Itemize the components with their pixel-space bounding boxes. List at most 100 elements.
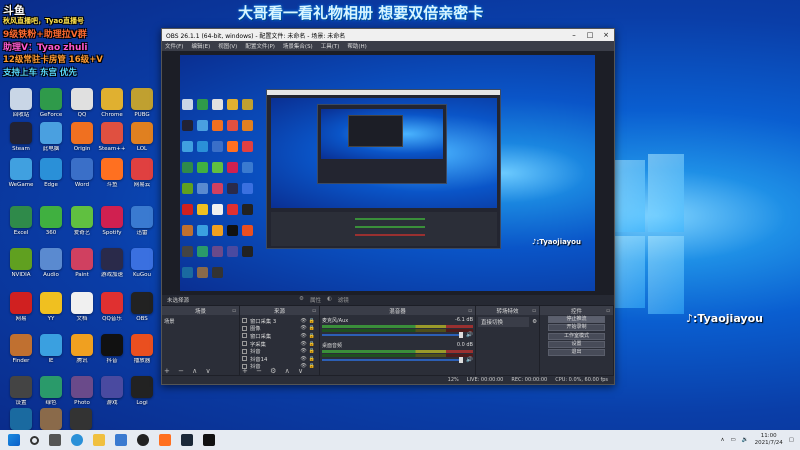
- gear-icon[interactable]: ⚙: [299, 296, 304, 304]
- no-source-label: 未选择源: [167, 298, 190, 304]
- desktop-icon[interactable]: 播放器: [124, 334, 160, 365]
- app-icon: [40, 292, 62, 314]
- desktop-icon[interactable]: PUBG: [124, 88, 160, 119]
- obs-preview[interactable]: ♪:Tyaojiayou: [162, 51, 614, 319]
- visibility-lock-icons[interactable]: 👁🔒: [300, 356, 317, 362]
- scene-toolbar[interactable]: + − ∧ ∨: [164, 367, 214, 375]
- maximize-button[interactable]: □: [582, 31, 598, 39]
- network-icon[interactable]: ▭: [731, 437, 736, 443]
- gear-icon[interactable]: ⚙: [532, 319, 537, 325]
- overlay-line-5: 支持上车 东宫 优先: [3, 68, 77, 78]
- obs-menubar: 文件(F) 编辑(E) 视图(V) 配置文件(P) 场景集合(S) 工具(T) …: [162, 41, 614, 51]
- exit-button[interactable]: 退出: [548, 348, 605, 356]
- obs-taskbar-icon[interactable]: [137, 434, 149, 446]
- visibility-lock-icons[interactable]: 👁🔒: [300, 325, 317, 331]
- notification-icon[interactable]: ▢: [789, 437, 794, 443]
- app-icon: [10, 408, 32, 430]
- desktop-icon[interactable]: 网易云: [124, 158, 160, 189]
- menu-profile[interactable]: 配置文件(P): [245, 42, 275, 50]
- app-icon: [131, 248, 153, 270]
- desktop-icon[interactable]: LOL: [124, 122, 160, 153]
- volume-icon[interactable]: 🔉: [742, 437, 749, 443]
- volume-slider[interactable]: 🔊: [322, 332, 473, 338]
- source-toolbar-buttons[interactable]: + − ⚙ ∧ ∨: [242, 367, 306, 375]
- speaker-icon[interactable]: 🔊: [466, 357, 473, 363]
- preview-mini-icon: [212, 141, 223, 152]
- steam-taskbar-icon[interactable]: [181, 434, 193, 446]
- desktop-icon[interactable]: KuGou: [124, 248, 160, 279]
- tiktok-watermark-inner: ♪:Tyaojiayou: [532, 238, 581, 246]
- menu-view[interactable]: 视图(V): [218, 42, 237, 50]
- app-icon: [10, 122, 32, 144]
- edge-taskbar-icon[interactable]: [71, 434, 83, 446]
- app-icon: [131, 292, 153, 314]
- menu-edit[interactable]: 编辑(E): [191, 42, 210, 50]
- obs-title-text: OBS 26.1.1 (64-bit, windows) - 配置文件: 未命名…: [166, 32, 346, 40]
- scene-item[interactable]: 场景: [164, 317, 237, 325]
- taskbar-clock[interactable]: 11:00 2021/7/24: [755, 433, 783, 447]
- preview-mini-icon: [212, 204, 223, 215]
- dock-float-icon[interactable]: ▫: [312, 308, 316, 314]
- app-icon: [71, 158, 93, 180]
- tiktok-icon: ♪: [686, 312, 694, 325]
- nested-obs-window-1: [266, 89, 501, 249]
- start-recording-button[interactable]: 开始录制: [548, 324, 605, 332]
- menu-tools[interactable]: 工具(T): [321, 42, 340, 50]
- minimize-button[interactable]: –: [566, 31, 582, 39]
- preview-mini-icon: [197, 225, 208, 236]
- menu-scene-collection[interactable]: 场景集合(S): [283, 42, 313, 50]
- menu-file[interactable]: 文件(F): [165, 42, 183, 50]
- app-icon: [71, 248, 93, 270]
- start-button[interactable]: [8, 434, 20, 446]
- douyu-taskbar-icon[interactable]: [159, 434, 171, 446]
- dock-float-icon[interactable]: ▫: [532, 308, 536, 314]
- visibility-lock-icons[interactable]: 👁🔒: [300, 318, 317, 324]
- properties-button[interactable]: 属性: [310, 296, 321, 304]
- transitions-dock-title: 转场特效: [496, 308, 519, 315]
- app-icon: [101, 88, 123, 110]
- overlay-line-3: 助理V：Tyao zhuli: [3, 43, 88, 53]
- app-icon: [71, 292, 93, 314]
- task-view-icon[interactable]: [49, 434, 61, 446]
- transition-select[interactable]: 直接切换: [478, 317, 530, 327]
- visibility-lock-icons[interactable]: 👁🔒: [300, 348, 317, 354]
- app-icon: [131, 334, 153, 356]
- search-icon[interactable]: [30, 435, 39, 445]
- speaker-icon[interactable]: 🔊: [466, 332, 473, 338]
- filters-button[interactable]: 滤镜: [338, 296, 349, 304]
- volume-meter: [322, 354, 473, 357]
- app-icon: [101, 158, 123, 180]
- menu-help[interactable]: 帮助(H): [347, 42, 366, 50]
- tiktok-taskbar-icon[interactable]: [203, 434, 215, 446]
- desktop-icon[interactable]: Logi: [124, 376, 160, 407]
- desktop-icon-label: 网易云: [133, 182, 151, 188]
- desktop-icon[interactable]: 迅雷: [124, 206, 160, 237]
- dock-float-icon[interactable]: ▫: [606, 308, 610, 314]
- app-icon: [71, 376, 93, 398]
- tiktok-watermark-outer: ♪:Tyaojiayou: [686, 312, 763, 325]
- store-taskbar-icon[interactable]: [115, 434, 127, 446]
- chevron-up-icon[interactable]: ∧: [721, 437, 725, 443]
- settings-button[interactable]: 设置: [548, 340, 605, 348]
- explorer-taskbar-icon[interactable]: [93, 434, 105, 446]
- filter-icon[interactable]: ◐: [327, 296, 332, 304]
- app-icon: [131, 158, 153, 180]
- close-button[interactable]: ×: [598, 31, 614, 39]
- preview-mini-icon: [197, 141, 208, 152]
- studio-mode-button[interactable]: 工作室模式: [548, 332, 605, 340]
- dock-float-icon[interactable]: ▫: [468, 308, 472, 314]
- mixer-dock: 混音器 ▫ 麦克风/Aux -6.1 dB 🔊 桌面音频 0.0 dB 🔊: [320, 306, 476, 376]
- obs-titlebar[interactable]: OBS 26.1.1 (64-bit, windows) - 配置文件: 未命名…: [162, 29, 614, 41]
- obs-window[interactable]: OBS 26.1.1 (64-bit, windows) - 配置文件: 未命名…: [161, 28, 615, 385]
- visibility-lock-icons[interactable]: 👁🔒: [300, 341, 317, 347]
- preview-mini-icon: [182, 120, 193, 131]
- dock-float-icon[interactable]: ▫: [232, 308, 236, 314]
- desktop-icon[interactable]: OBS: [124, 292, 160, 323]
- stop-streaming-button[interactable]: 停止推流: [548, 316, 605, 324]
- app-icon: [101, 334, 123, 356]
- preview-mini-icon: [182, 141, 193, 152]
- desktop-icon-label: KuGou: [133, 272, 151, 278]
- preview-scene: ♪:Tyaojiayou: [180, 55, 595, 291]
- visibility-lock-icons[interactable]: 👁🔒: [300, 333, 317, 339]
- volume-slider[interactable]: 🔊: [322, 357, 473, 363]
